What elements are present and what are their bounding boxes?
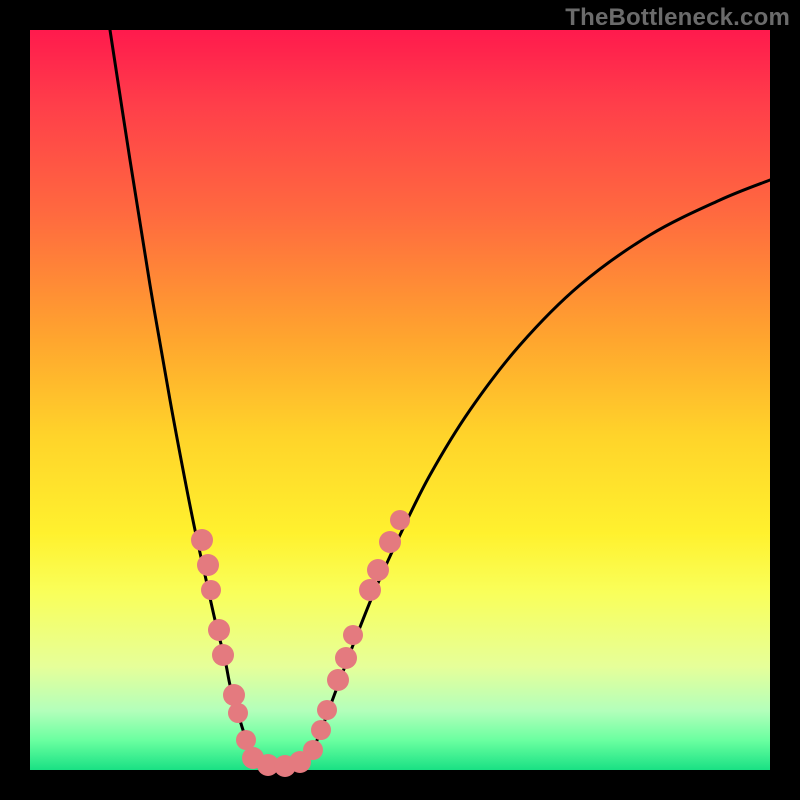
data-point-marker — [303, 740, 323, 760]
outer-frame: TheBottleneck.com — [0, 0, 800, 800]
data-point-marker — [197, 554, 219, 576]
curve-right-branch — [305, 180, 770, 765]
data-point-marker — [201, 580, 221, 600]
data-point-marker — [212, 644, 234, 666]
curve-left-branch — [110, 30, 256, 765]
data-point-marker — [208, 619, 230, 641]
data-point-marker — [343, 625, 363, 645]
data-point-marker — [379, 531, 401, 553]
data-point-marker — [228, 703, 248, 723]
marker-group — [191, 510, 410, 777]
data-point-marker — [223, 684, 245, 706]
data-point-marker — [367, 559, 389, 581]
chart-overlay — [30, 30, 770, 770]
data-point-marker — [335, 647, 357, 669]
data-point-marker — [311, 720, 331, 740]
data-point-marker — [317, 700, 337, 720]
watermark-text: TheBottleneck.com — [565, 4, 790, 32]
data-point-marker — [390, 510, 410, 530]
data-point-marker — [359, 579, 381, 601]
data-point-marker — [191, 529, 213, 551]
data-point-marker — [327, 669, 349, 691]
